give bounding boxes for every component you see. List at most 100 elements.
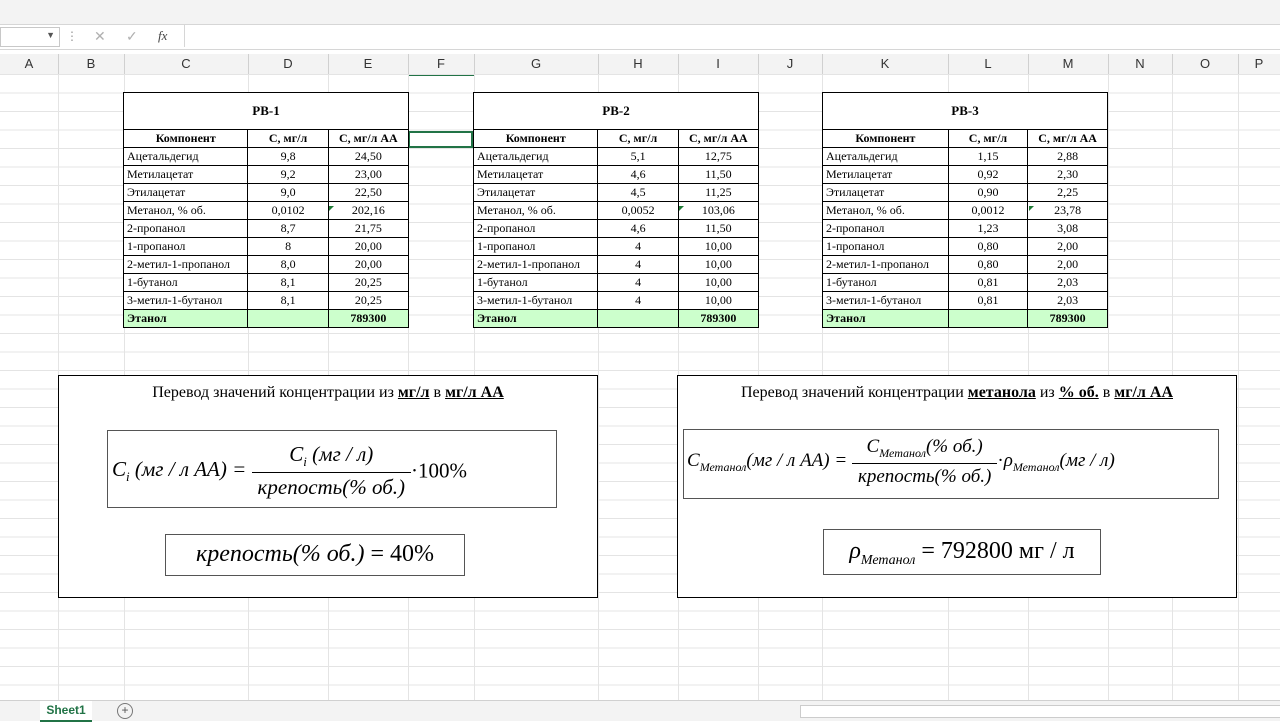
cancel-icon[interactable]: ✕ bbox=[94, 28, 106, 45]
sheet-tab-bar: Sheet1 + bbox=[0, 700, 1280, 722]
ethanol-row[interactable]: Этанол 789300 bbox=[122, 309, 410, 328]
table-row[interactable]: Метанол, % об. 0,0102 202,16 bbox=[122, 201, 410, 220]
column-header[interactable]: J bbox=[758, 54, 823, 74]
component-name: Этилацетат bbox=[122, 183, 249, 202]
table-row[interactable]: Ацетальдегид 1,15 2,88 bbox=[822, 147, 1108, 166]
component-name: 1-бутанол bbox=[472, 273, 599, 292]
density-formula: ρМетанол = 792800 мг / л bbox=[823, 529, 1101, 575]
table-row[interactable]: 2-метил-1-пропанол 8,0 20,00 bbox=[122, 255, 410, 274]
formula-input[interactable] bbox=[184, 25, 1280, 47]
table-row[interactable]: 2-метил-1-пропанол 0,80 2,00 bbox=[822, 255, 1108, 274]
methanol-conversion-formula: CМетанол(мг / л АА) = CМетанол(% об.) кр… bbox=[683, 429, 1219, 499]
column-header[interactable]: A bbox=[0, 54, 59, 74]
cell-value: 20,00 bbox=[327, 237, 410, 256]
cell-value: 8,0 bbox=[247, 255, 329, 274]
cell-value: 10,00 bbox=[677, 291, 760, 310]
ethanol-row[interactable]: Этанол 789300 bbox=[822, 309, 1108, 328]
horizontal-scrollbar[interactable] bbox=[800, 705, 1280, 718]
title-text: Перевод значений концентрации bbox=[741, 384, 968, 401]
table-row[interactable]: Ацетальдегид 9,8 24,50 bbox=[122, 147, 410, 166]
error-indicator-icon[interactable] bbox=[1029, 206, 1034, 211]
table-title: РВ-1 bbox=[123, 92, 409, 130]
column-header[interactable]: P bbox=[1238, 54, 1280, 74]
density-value: = 792800 мг / л bbox=[921, 538, 1075, 564]
grid-line bbox=[1238, 74, 1239, 700]
cell-value: 3,08 bbox=[1027, 219, 1108, 238]
cell-value: 23,78 bbox=[1027, 201, 1108, 220]
ethanol-row[interactable]: Этанол 789300 bbox=[472, 309, 760, 328]
selected-cell[interactable] bbox=[408, 131, 473, 148]
more-options-icon[interactable]: ⋮ bbox=[66, 29, 78, 43]
column-header[interactable]: D bbox=[248, 54, 329, 74]
column-header[interactable]: B bbox=[58, 54, 125, 74]
column-header[interactable]: N bbox=[1108, 54, 1173, 74]
column-header[interactable]: F bbox=[408, 54, 475, 76]
column-header[interactable]: L bbox=[948, 54, 1029, 74]
column-header-component: Компонент bbox=[822, 129, 949, 148]
table-row[interactable]: 3-метил-1-бутанол 0,81 2,03 bbox=[822, 291, 1108, 310]
table-row[interactable]: 1-пропанол 8 20,00 bbox=[122, 237, 410, 256]
table-row[interactable]: Этилацетат 4,5 11,25 bbox=[472, 183, 760, 202]
conversion-panel-left[interactable]: Перевод значений концентрации из мг/л в … bbox=[58, 375, 598, 598]
density-symbol: ρ bbox=[849, 538, 861, 564]
cell-value: 202,16 bbox=[327, 201, 410, 220]
cell-value: 0,81 bbox=[947, 273, 1029, 292]
conversion-panel-right[interactable]: Перевод значений концентрации метанола и… bbox=[677, 375, 1237, 598]
formula-subscript: i bbox=[126, 469, 130, 485]
table-row[interactable]: 2-пропанол 4,6 11,50 bbox=[472, 219, 760, 238]
formula-density-symbol: ρ bbox=[1003, 449, 1013, 471]
error-indicator-icon[interactable] bbox=[329, 206, 334, 211]
column-header[interactable]: M bbox=[1028, 54, 1109, 74]
empty-cell bbox=[597, 309, 679, 328]
cell-value: 5,1 bbox=[597, 147, 679, 166]
sheet-tab-sheet1[interactable]: Sheet1 bbox=[40, 701, 92, 722]
strength-variable: крепость(% об.) bbox=[195, 541, 365, 567]
table-row[interactable]: Метанол, % об. 0,0052 103,06 bbox=[472, 201, 760, 220]
column-header-concentration: С, мг/л bbox=[247, 129, 329, 148]
table-row[interactable]: 1-бутанол 0,81 2,03 bbox=[822, 273, 1108, 292]
chevron-down-icon[interactable]: ▼ bbox=[46, 30, 55, 40]
table-row[interactable]: Метилацетат 0,92 2,30 bbox=[822, 165, 1108, 184]
table-row[interactable]: Этилацетат 0,90 2,25 bbox=[822, 183, 1108, 202]
enter-icon[interactable]: ✓ bbox=[126, 28, 138, 45]
table-row[interactable]: 2-пропанол 8,7 21,75 bbox=[122, 219, 410, 238]
cell-value: 11,50 bbox=[677, 219, 760, 238]
table-row[interactable]: Метанол, % об. 0,0012 23,78 bbox=[822, 201, 1108, 220]
error-indicator-icon[interactable] bbox=[679, 206, 684, 211]
column-header[interactable]: G bbox=[474, 54, 599, 74]
column-header[interactable]: H bbox=[598, 54, 679, 74]
title-text: из bbox=[1035, 384, 1059, 401]
title-unit-to: мг/л АА bbox=[445, 384, 504, 401]
cell-value: 2,88 bbox=[1027, 147, 1108, 166]
table-row[interactable]: 2-метил-1-пропанол 4 10,00 bbox=[472, 255, 760, 274]
table-row[interactable]: 1-пропанол 0,80 2,00 bbox=[822, 237, 1108, 256]
column-header[interactable]: O bbox=[1172, 54, 1239, 74]
insert-function-icon[interactable]: fx bbox=[158, 28, 167, 44]
column-header[interactable]: C bbox=[124, 54, 249, 74]
table-row[interactable]: Метилацетат 9,2 23,00 bbox=[122, 165, 410, 184]
add-sheet-icon[interactable]: + bbox=[117, 703, 133, 719]
table-row[interactable]: 1-бутанол 4 10,00 bbox=[472, 273, 760, 292]
column-header[interactable]: K bbox=[822, 54, 949, 74]
cell-value: 2,30 bbox=[1027, 165, 1108, 184]
component-name: Метанол, % об. bbox=[472, 201, 599, 220]
column-header[interactable]: E bbox=[328, 54, 409, 74]
cell-value: 20,00 bbox=[327, 255, 410, 274]
component-name: 3-метил-1-бутанол bbox=[472, 291, 599, 310]
name-box[interactable]: ▼ bbox=[0, 27, 60, 47]
formula-variable: C bbox=[866, 436, 880, 457]
table-row[interactable]: 2-пропанол 1,23 3,08 bbox=[822, 219, 1108, 238]
table-row[interactable]: 3-метил-1-бутанол 8,1 20,25 bbox=[122, 291, 410, 310]
table-row[interactable]: Этилацетат 9,0 22,50 bbox=[122, 183, 410, 202]
table-row[interactable]: Метилацетат 4,6 11,50 bbox=[472, 165, 760, 184]
component-name: 1-бутанол bbox=[822, 273, 949, 292]
column-header[interactable]: I bbox=[678, 54, 759, 74]
table-row[interactable]: 1-пропанол 4 10,00 bbox=[472, 237, 760, 256]
table-row[interactable]: 3-метил-1-бутанол 4 10,00 bbox=[472, 291, 760, 310]
table-row[interactable]: 1-бутанол 8,1 20,25 bbox=[122, 273, 410, 292]
cell-value: 0,0012 bbox=[947, 201, 1029, 220]
component-name: 3-метил-1-бутанол bbox=[122, 291, 249, 310]
cell-value: 1,23 bbox=[947, 219, 1029, 238]
component-name: Этилацетат bbox=[472, 183, 599, 202]
table-row[interactable]: Ацетальдегид 5,1 12,75 bbox=[472, 147, 760, 166]
